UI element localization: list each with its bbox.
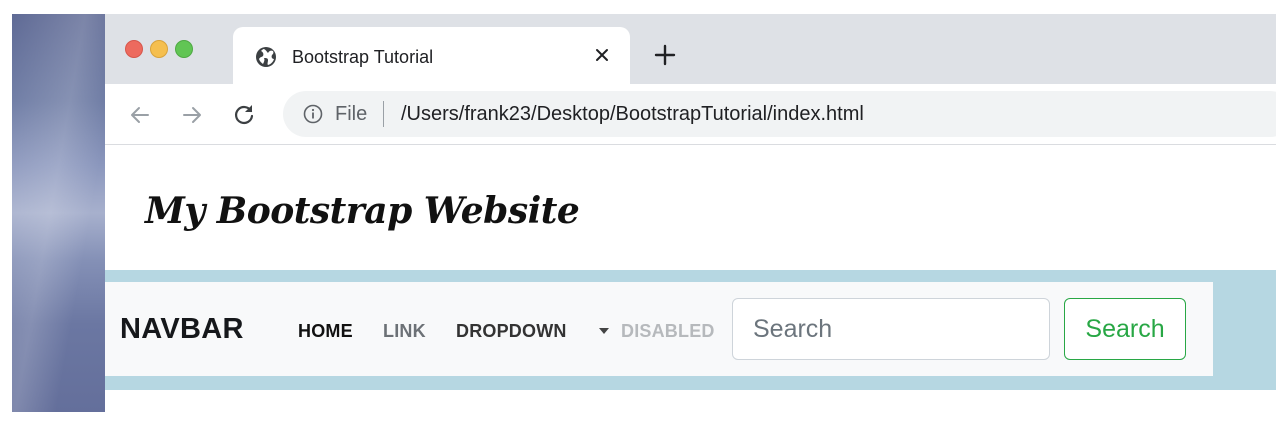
plus-icon[interactable] bbox=[652, 42, 678, 68]
nav-link-dropdown[interactable]: DROPDOWN bbox=[456, 320, 567, 342]
reload-icon[interactable] bbox=[231, 102, 257, 128]
navbar: NAVBAR HOME LINK DROPDOWN DISABLED Searc… bbox=[105, 282, 1213, 376]
screen: Bootstrap Tutorial File /Users/frank23/D… bbox=[0, 0, 1276, 422]
url-text[interactable]: /Users/frank23/Desktop/BootstrapTutorial… bbox=[401, 103, 864, 125]
browser-toolbar: File /Users/frank23/Desktop/BootstrapTut… bbox=[105, 84, 1276, 145]
page-content: My Bootstrap Website NAVBAR HOME LINK DR… bbox=[105, 145, 1276, 422]
nav-link-home[interactable]: HOME bbox=[298, 320, 353, 342]
browser-window: Bootstrap Tutorial File /Users/frank23/D… bbox=[105, 14, 1276, 422]
globe-icon bbox=[255, 46, 277, 68]
info-icon[interactable] bbox=[303, 104, 323, 124]
desktop-wallpaper bbox=[12, 14, 105, 412]
scheme-label: File bbox=[335, 103, 368, 125]
minimize-window-button[interactable] bbox=[150, 40, 168, 58]
forward-arrow-icon[interactable] bbox=[179, 102, 205, 128]
navbar-container: NAVBAR HOME LINK DROPDOWN DISABLED Searc… bbox=[105, 270, 1276, 390]
nav-link-link[interactable]: LINK bbox=[383, 320, 426, 342]
site-title: My Bootstrap Website bbox=[145, 190, 580, 232]
close-window-button[interactable] bbox=[125, 40, 143, 58]
close-tab-icon[interactable] bbox=[591, 44, 613, 66]
caret-down-icon[interactable] bbox=[599, 328, 609, 334]
omnibox-divider bbox=[383, 101, 384, 127]
back-arrow-icon[interactable] bbox=[127, 102, 153, 128]
nav-link-disabled: DISABLED bbox=[621, 321, 715, 341]
search-input[interactable] bbox=[732, 298, 1050, 360]
tab-title: Bootstrap Tutorial bbox=[292, 47, 434, 67]
tab-bootstrap-tutorial[interactable]: Bootstrap Tutorial bbox=[233, 27, 630, 84]
tab-strip: Bootstrap Tutorial bbox=[105, 14, 1276, 84]
navbar-brand[interactable]: NAVBAR bbox=[120, 312, 244, 346]
maximize-window-button[interactable] bbox=[175, 40, 193, 58]
address-bar[interactable]: File /Users/frank23/Desktop/BootstrapTut… bbox=[283, 91, 1276, 137]
search-button[interactable]: Search bbox=[1064, 298, 1186, 360]
